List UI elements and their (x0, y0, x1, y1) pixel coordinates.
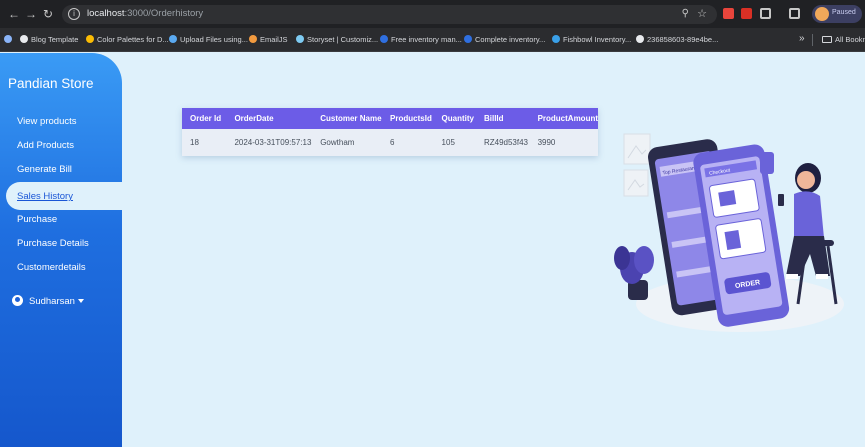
column-header: OrderDate (226, 108, 313, 129)
user-avatar-icon (12, 295, 23, 306)
divider (812, 34, 813, 46)
column-header: Customer Name (312, 108, 383, 129)
sidebar-item-label: Sales History (17, 191, 73, 202)
column-header: Quantity (433, 108, 476, 129)
picture-frame-icon (623, 169, 649, 197)
url-path: :3000/Orderhistory (124, 8, 204, 19)
sales-history-table: Order Id OrderDate Customer Name Product… (182, 108, 598, 156)
column-header: ProductsId (382, 108, 434, 129)
bookmarks-bar: Blog Template Color Palettes for D... Up… (0, 28, 865, 52)
burger-icon (718, 190, 737, 207)
column-header: ProductAmount (529, 108, 598, 129)
bookmark-label: Free inventory man... (391, 35, 462, 44)
cutlery-icon (760, 152, 774, 174)
sidebar: Pandian Store View products Add Products… (0, 53, 122, 447)
zoom-icon[interactable]: ⚲ (682, 8, 689, 19)
food-ordering-illustration: Top Restaurants Checkout ORDER (614, 133, 844, 332)
url-host: localhost (87, 8, 125, 19)
table-row: 18 2024-03-31T09:57:13 Gowtham 6 105 RZ4… (182, 129, 598, 156)
table-cell: 105 (433, 129, 476, 156)
site-info-icon[interactable]: i (68, 8, 80, 20)
sidebar-item-add-products[interactable]: Add Products (17, 140, 74, 151)
table-header-row: Order Id OrderDate Customer Name Product… (182, 108, 598, 129)
sidebar-item-sales-history[interactable]: Sales History (6, 182, 122, 210)
all-bookmarks-label: All Bookmarks (835, 35, 865, 44)
bookmark-label: Blog Template (31, 35, 79, 44)
extensions-puzzle-icon[interactable] (760, 8, 771, 19)
table-cell: 3990 (529, 129, 598, 156)
bookmark-favicon-icon (636, 35, 644, 43)
bookmark-item[interactable]: Fishbowl Inventory... (552, 35, 631, 44)
drink-icon (724, 229, 742, 250)
bookmark-label: Complete inventory... (475, 35, 546, 44)
column-header: Order Id (182, 108, 227, 129)
folder-icon (822, 36, 832, 43)
bookmark-item[interactable]: Free inventory man... (380, 35, 462, 44)
back-icon[interactable]: ← (8, 7, 20, 21)
bookmark-favicon-icon (464, 35, 472, 43)
sidebar-item-view-products[interactable]: View products (17, 116, 77, 127)
sidebar-item-purchase[interactable]: Purchase (17, 214, 57, 225)
bookmark-item[interactable]: Color Palettes for D... (86, 35, 169, 44)
more-bookmarks-icon[interactable]: » (799, 33, 805, 44)
forward-icon[interactable]: → (25, 7, 37, 21)
browser-toolbar: ← → ↻ i localhost:3000/Orderhistory ⚲ ☆ … (0, 0, 865, 28)
picture-frame-icon (623, 133, 651, 165)
table-cell: 18 (182, 129, 227, 156)
bookmark-item[interactable]: EmailJS (249, 35, 288, 44)
bookmark-item[interactable]: Blog Template (20, 35, 78, 44)
table-cell: RZ49d53f43 (475, 129, 530, 156)
bookmark-label: 236858603-89e4be... (647, 35, 719, 44)
bookmark-label: Fishbowl Inventory... (563, 35, 632, 44)
bookmark-item[interactable]: Storyset | Customiz... (296, 35, 378, 44)
extension-icon[interactable] (741, 8, 752, 19)
bookmark-favicon-icon (86, 35, 94, 43)
column-header: BillId (475, 108, 530, 129)
bookmark-item[interactable]: Complete inventory... (464, 35, 545, 44)
table-cell: Gowtham (312, 129, 383, 156)
address-bar[interactable]: i localhost:3000/Orderhistory ⚲ ☆ (62, 5, 717, 24)
bookmark-favicon-icon (552, 35, 560, 43)
caret-down-icon (77, 299, 84, 303)
bookmark-favicon-icon (169, 35, 177, 43)
bookmark-item[interactable]: Upload Files using... (169, 35, 248, 44)
bookmark-favicon-icon (296, 35, 304, 43)
brand-title[interactable]: Pandian Store (8, 76, 94, 91)
profile-avatar (815, 7, 829, 21)
profile-label: Paused (832, 9, 856, 16)
table-cell: 2024-03-31T09:57:13 (226, 129, 313, 156)
bookmark-label: Color Palettes for D... (97, 35, 169, 44)
bookmark-star-icon[interactable]: ☆ (697, 7, 707, 20)
url-text[interactable]: localhost:3000/Orderhistory (87, 8, 203, 19)
extension-icon[interactable] (723, 8, 734, 19)
side-panel-icon[interactable] (789, 8, 800, 19)
bookmark-favicon-icon (380, 35, 388, 43)
plant-icon (614, 246, 654, 300)
all-bookmarks-button[interactable]: All Bookmarks (822, 35, 865, 44)
user-name: Sudharsan (29, 296, 75, 307)
bookmark-item[interactable]: 236858603-89e4be... (636, 35, 718, 44)
bookmark-label: EmailJS (260, 35, 288, 44)
bookmark-label: Upload Files using... (180, 35, 248, 44)
bookmark-label: Storyset | Customiz... (307, 35, 379, 44)
reload-icon[interactable]: ↻ (43, 7, 53, 21)
profile-button[interactable]: Paused (812, 5, 862, 23)
sidebar-item-generate-bill[interactable]: Generate Bill (17, 164, 72, 175)
user-menu-toggle[interactable]: Sudharsan (12, 295, 84, 307)
sidebar-item-purchase-details[interactable]: Purchase Details (17, 238, 89, 249)
apps-icon[interactable] (4, 35, 15, 44)
bookmark-favicon-icon (249, 35, 257, 43)
table-cell: 6 (382, 129, 434, 156)
bookmark-favicon-icon (20, 35, 28, 43)
sidebar-item-customerdetails[interactable]: Customerdetails (17, 262, 86, 273)
